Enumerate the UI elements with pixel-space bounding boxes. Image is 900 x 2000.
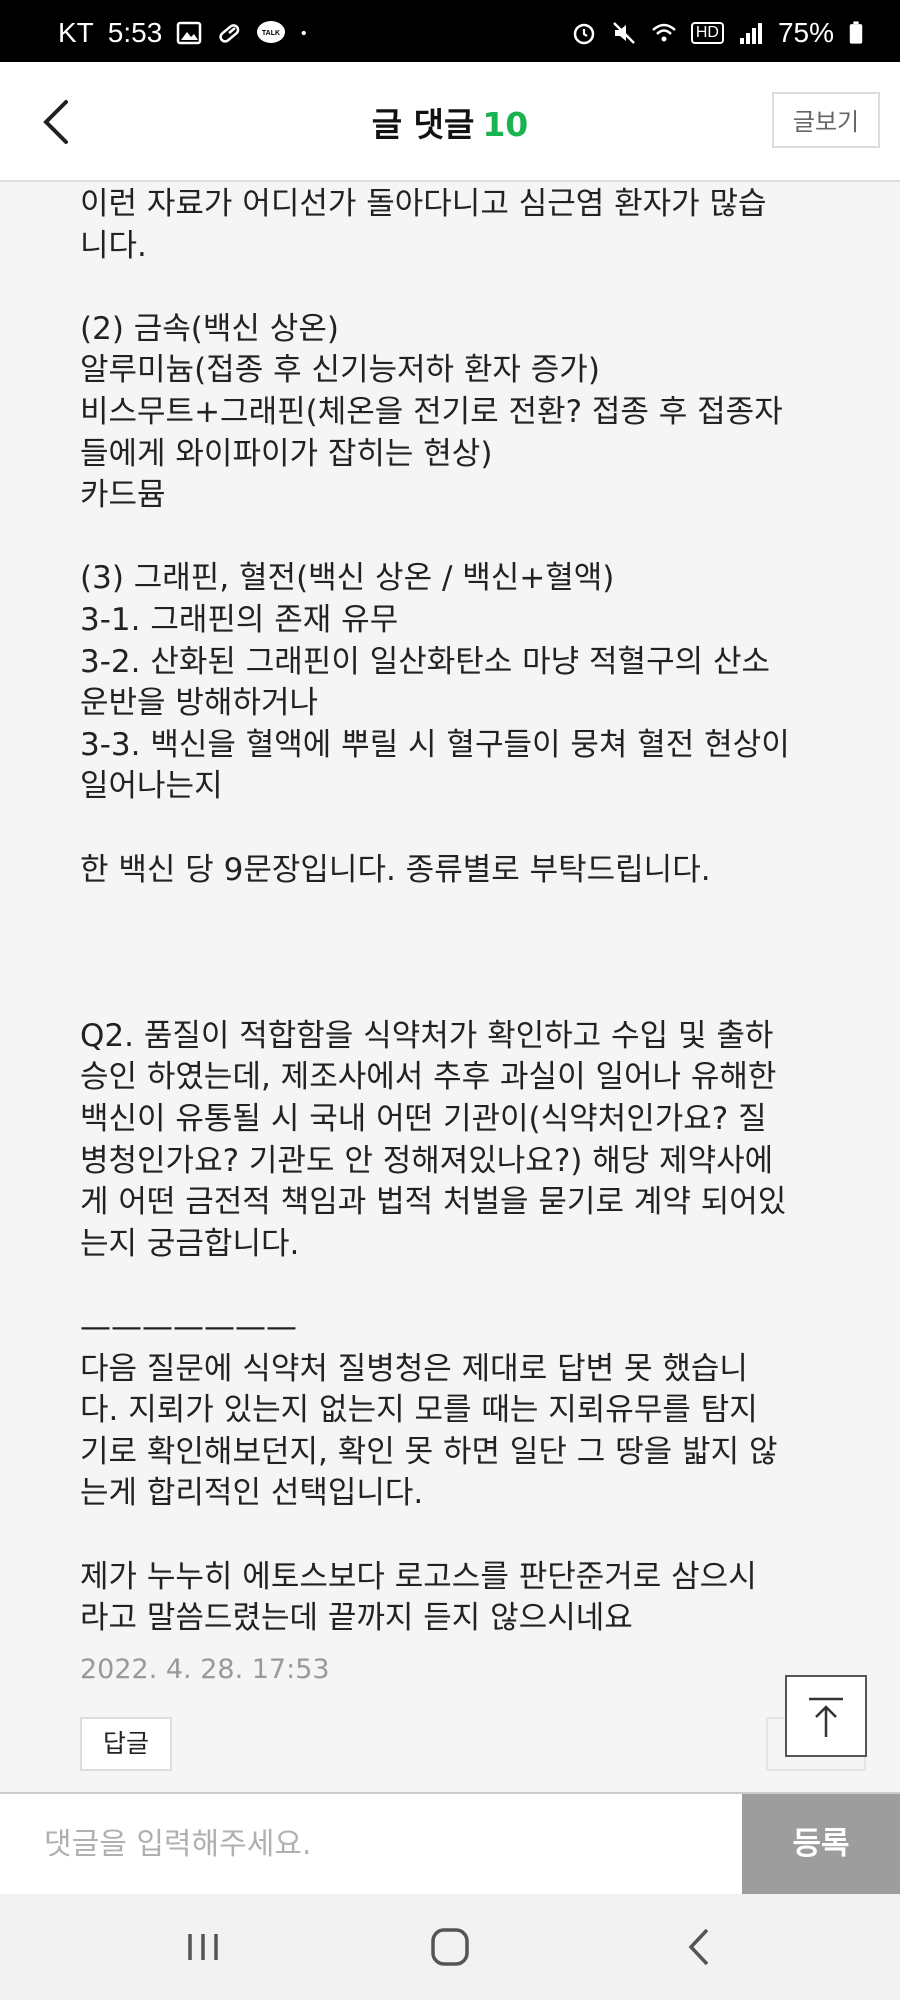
pill-icon xyxy=(219,24,240,43)
view-post-button[interactable]: 글보기 xyxy=(772,92,880,148)
talk-icon: TALK xyxy=(257,21,286,43)
battery-percent: 75% xyxy=(777,17,834,48)
dot-icon xyxy=(301,30,307,36)
carrier-label: KT xyxy=(58,17,94,48)
comment-timestamp: 2022. 4. 28. 17:53 xyxy=(80,1654,330,1685)
home-icon[interactable] xyxy=(425,1924,475,1970)
reply-button[interactable]: 답글 xyxy=(80,1717,172,1771)
comment-count-badge: 10 xyxy=(482,105,529,144)
svg-text:TALK: TALK xyxy=(262,30,280,37)
comment-input-bar: 등록 xyxy=(0,1792,900,1896)
recent-apps-icon[interactable] xyxy=(178,1924,228,1970)
page-title: 글 댓글 10 xyxy=(0,98,900,146)
signal-icon xyxy=(739,23,762,44)
comment-content-area[interactable]: 이런 자료가 어디선가 돌아다니고 심근염 환자가 많습 니다. (2) 금속(… xyxy=(0,182,900,1792)
wifi-icon xyxy=(652,23,676,42)
status-bar: KT 5:53 TALK HD 75% xyxy=(0,0,900,62)
clock: 5:53 xyxy=(107,17,163,48)
mute-icon xyxy=(612,22,635,44)
page-title-text: 글 댓글 xyxy=(371,105,475,144)
battery-icon xyxy=(849,21,863,44)
nav-back-icon[interactable] xyxy=(675,1924,725,1970)
gallery-icon xyxy=(177,21,202,45)
submit-comment-button[interactable]: 등록 xyxy=(742,1794,900,1894)
system-nav-bar xyxy=(0,1894,900,2000)
app-header: 글 댓글 10 글보기 xyxy=(0,62,900,182)
alarm-icon xyxy=(573,23,595,45)
comment-input[interactable] xyxy=(0,1794,742,1894)
scroll-top-button[interactable] xyxy=(785,1675,867,1757)
arrow-up-icon xyxy=(809,1697,843,1737)
comment-text: 이런 자료가 어디선가 돌아다니고 심근염 환자가 많습 니다. (2) 금속(… xyxy=(80,186,790,1637)
network-badge: HD xyxy=(690,22,724,44)
